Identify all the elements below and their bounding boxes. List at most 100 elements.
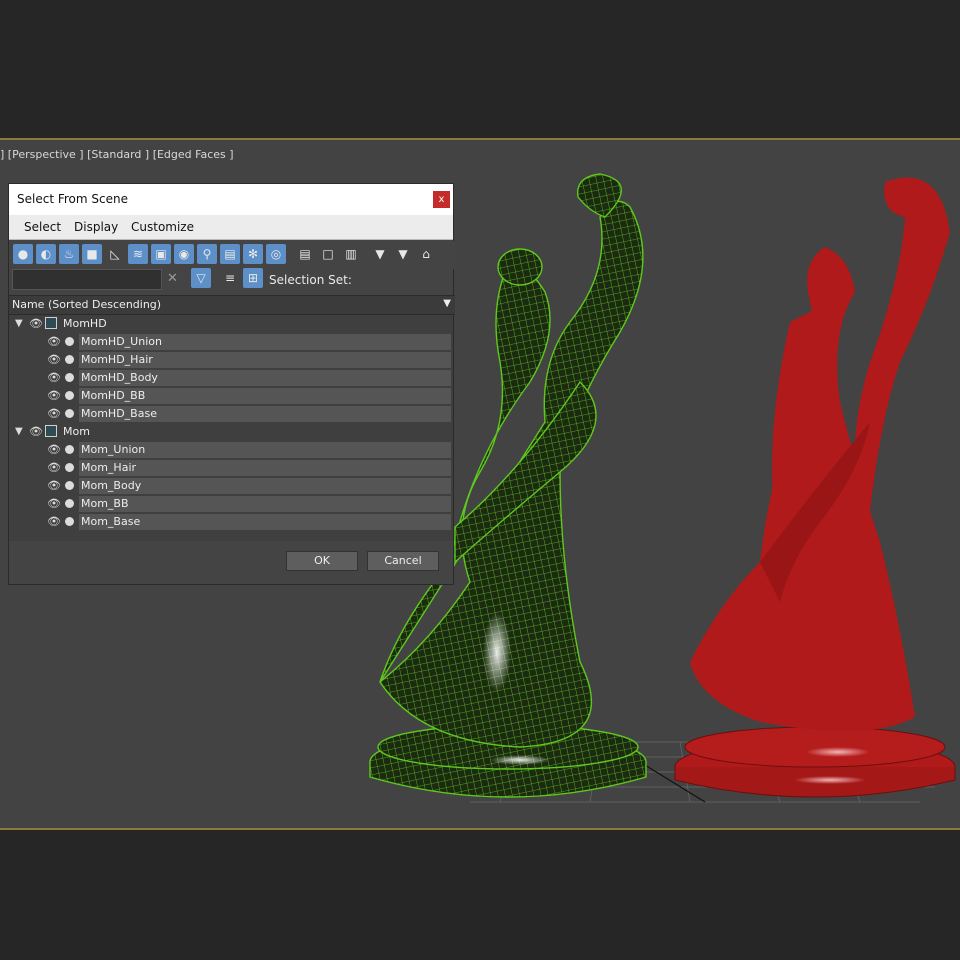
layers-button[interactable]: ≡ [220,268,240,288]
eye-icon: ◎ [270,247,282,261]
tree-row[interactable]: 👁 MomHD_BB [9,387,453,405]
object-icon [65,445,74,454]
object-name: Mom_Base [81,515,141,528]
group-icon: ▣ [155,247,167,261]
helper-icon: ◺ [110,247,120,261]
filter-options-button[interactable]: ▼ [393,244,413,264]
object-icon [65,355,74,364]
particles-filter-button[interactable]: ✻ [243,244,263,264]
eye-icon[interactable]: 👁 [47,371,61,384]
helpers-filter-button[interactable]: ◺ [105,244,125,264]
tree-group-row[interactable]: ▼ 👁 Mom [9,423,453,441]
tree-row[interactable]: 👁 Mom_BB [9,495,453,513]
eye-icon[interactable]: 👁 [47,515,61,528]
tree-row[interactable]: 👁 Mom_Union [9,441,453,459]
tree-group-row[interactable]: ▼ 👁 MomHD [9,315,453,333]
eye-icon[interactable]: 👁 [29,425,43,438]
snowflake-icon: ✻ [247,247,259,261]
hierarchy-button[interactable]: ⊞ [243,268,263,288]
ok-button[interactable]: OK [286,551,358,571]
invert-display-button[interactable]: ▥ [341,244,361,264]
tree-row[interactable]: 👁 Mom_Base [9,513,453,531]
object-icon [65,517,74,526]
light-bulb-icon: ♨ [63,247,75,261]
search-input[interactable] [12,269,162,290]
layer-button[interactable]: ⌂ [416,244,436,264]
shape-icon: ◐ [40,247,52,261]
top-band [0,0,960,138]
lights-filter-button[interactable]: ♨ [59,244,79,264]
filter-toolbar: ● ◐ ♨ ■ ◺ ≋ ▣ ◉ ⚲ ▤ ✻ ◎ ▤ □ ▥ ▼ ▼ ⌂ [9,241,455,269]
column-label: Name (Sorted Descending) [12,298,162,311]
collapse-arrow-icon[interactable]: ▼ [15,426,23,437]
eye-icon[interactable]: 👁 [47,335,61,348]
close-button[interactable]: x [433,191,450,208]
display-all-button[interactable]: ▤ [295,244,315,264]
object-icon [65,391,74,400]
group-name: MomHD [63,317,107,330]
object-icon [65,499,74,508]
tree-row[interactable]: 👁 MomHD_Base [9,405,453,423]
eye-icon[interactable]: 👁 [47,461,61,474]
group-icon [45,425,57,437]
geometry-filter-button[interactable]: ● [13,244,33,264]
clear-search-icon[interactable]: ✕ [167,271,178,286]
list-none-icon: □ [322,247,334,261]
dialog-title-bar[interactable]: Select From Scene x [9,184,453,215]
hidden-filter-button[interactable]: ◎ [266,244,286,264]
eye-icon[interactable]: 👁 [47,353,61,366]
eye-icon[interactable]: 👁 [47,497,61,510]
menu-customize[interactable]: Customize [131,220,194,234]
camera-icon: ■ [86,247,98,261]
object-name: Mom_Hair [81,461,137,474]
object-icon [65,463,74,472]
menu-bar: Select Display Customize [9,215,453,240]
object-icon [65,409,74,418]
folder-icon: ⌂ [422,247,430,261]
sphere-icon: ● [17,247,29,261]
object-name: Mom_Body [81,479,142,492]
object-name: MomHD_BB [81,389,146,402]
tree-row[interactable]: 👁 Mom_Hair [9,459,453,477]
cancel-button[interactable]: Cancel [367,551,439,571]
bones-filter-button[interactable]: ⚲ [197,244,217,264]
dialog-title: Select From Scene [17,192,128,206]
collapse-arrow-icon[interactable]: ▼ [15,318,23,329]
solid-statue [674,177,956,798]
group-name: Mom [63,425,90,438]
shapes-filter-button[interactable]: ◐ [36,244,56,264]
menu-display[interactable]: Display [74,220,118,234]
xref-icon: ◉ [178,247,190,261]
group-icon [45,317,57,329]
menu-select[interactable]: Select [24,220,61,234]
spacewarps-filter-button[interactable]: ≋ [128,244,148,264]
tree-row[interactable]: 👁 MomHD_Union [9,333,453,351]
eye-icon[interactable]: 👁 [47,407,61,420]
tree-row[interactable]: 👁 Mom_Body [9,477,453,495]
object-icon [65,373,74,382]
eye-icon[interactable]: 👁 [47,479,61,492]
funnel-icon: ▼ [398,247,408,261]
object-name: MomHD_Hair [81,353,153,366]
xrefs-filter-button[interactable]: ◉ [174,244,194,264]
eye-icon[interactable]: 👁 [47,389,61,402]
search-toolbar: ✕ ▽ ≡ ⊞ Selection Set: [9,268,455,294]
funnel-icon: ▼ [375,247,385,261]
sort-arrow-icon[interactable]: ▼ [443,298,451,309]
filter-toggle-button[interactable]: ▽ [191,268,211,288]
display-none-button[interactable]: □ [318,244,338,264]
cameras-filter-button[interactable]: ■ [82,244,102,264]
selection-set-label: Selection Set: [269,273,352,287]
name-column-header[interactable]: Name (Sorted Descending) ▼ [9,295,455,315]
list-all-icon: ▤ [299,247,311,261]
tree-row[interactable]: 👁 MomHD_Hair [9,351,453,369]
hierarchy-icon: ⊞ [247,271,259,285]
containers-filter-button[interactable]: ▤ [220,244,240,264]
groups-filter-button[interactable]: ▣ [151,244,171,264]
object-icon [65,337,74,346]
eye-icon[interactable]: 👁 [47,443,61,456]
tree-row[interactable]: 👁 MomHD_Body [9,369,453,387]
filter-selected-button[interactable]: ▼ [370,244,390,264]
layers-icon: ≡ [224,271,236,285]
eye-icon[interactable]: 👁 [29,317,43,330]
